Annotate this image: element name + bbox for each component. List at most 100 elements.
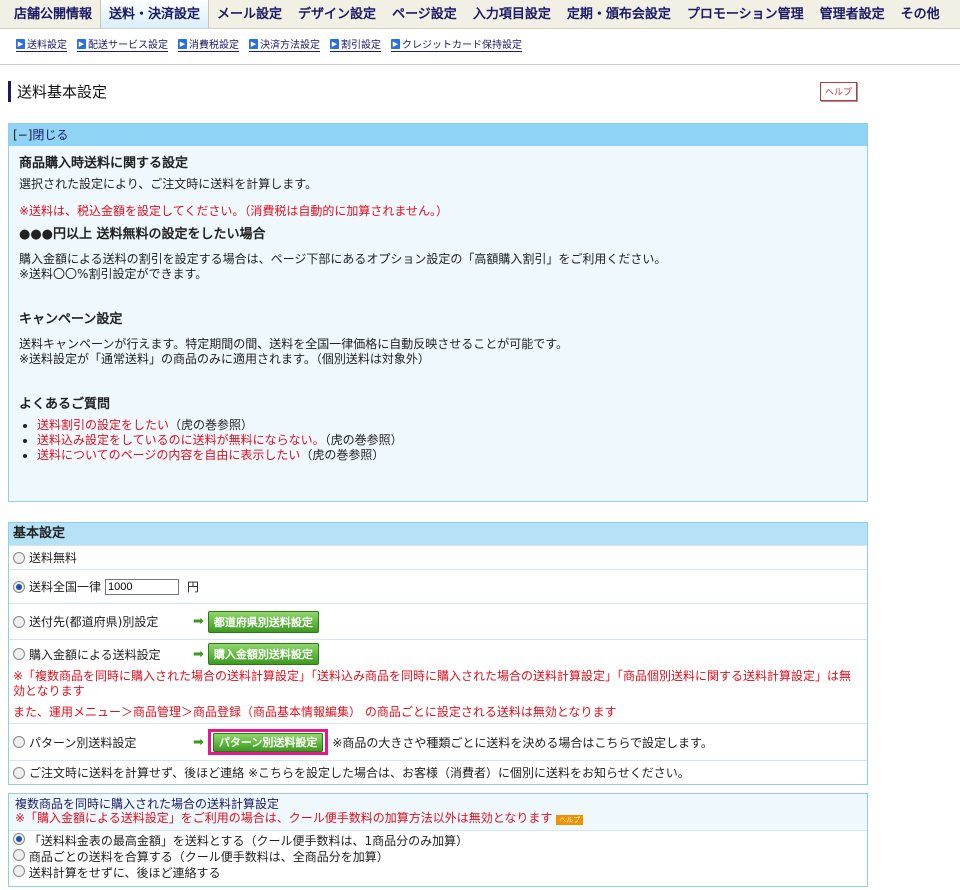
label: 送料計算をせずに、後ほど連絡する (28, 866, 221, 880)
info-panel-header: [−]閉じる (9, 124, 867, 146)
label: ご注文時に送料を計算せず、後ほど連絡 ※こちらを設定した場合は、お客様（消費者）… (29, 766, 690, 780)
basic-settings: 基本設定 送料無料 送料全国一律円 送付先(都道府県)別設定➡都道府県別送料設定… (8, 522, 868, 785)
label: 消費税設定 (189, 40, 239, 51)
faq-item: 送料についてのページの内容を自由に表示したい（虎の巻参照） (37, 448, 857, 463)
radio[interactable] (13, 865, 25, 877)
radio[interactable] (13, 580, 25, 593)
tab-other[interactable]: その他 (893, 3, 948, 28)
subnav-credit-card[interactable]: ▶ クレジットカード保持設定 (391, 36, 522, 52)
option-pattern[interactable]: パターン別送料設定 ➡ パターン別送料設定 ※商品の大きさや種類ごとに送料を決める場合… (9, 723, 867, 760)
warning: ※送料は、税込金額を設定してください。（消費税は自動的に加算されません。） (19, 204, 448, 218)
note: ※商品の大きさや種類ごとに送料を決める場合はこちらで設定します。 (332, 735, 713, 750)
basic-settings-header: 基本設定 (9, 523, 867, 545)
option-amount[interactable]: 購入金額による送料設定 ➡ 購入金額別送料設定 ※「複数商品を同時に購入された場合の… (9, 639, 867, 723)
tab-admin[interactable]: 管理者設定 (812, 3, 893, 28)
faq-link[interactable]: 送料割引の設定をしたい (37, 418, 169, 432)
label: パターン別送料設定 (29, 735, 137, 750)
heading: ●●●円以上 送料無料の設定をしたい場合 (19, 227, 266, 242)
help-button[interactable]: ヘルプ (820, 82, 858, 101)
text: 送料キャンペーンが行えます。特定期間の間、送料を全国一律価格に自動反映させること… (19, 337, 569, 351)
radio[interactable] (13, 648, 25, 660)
text: 選択された設定により、ご注文時に送料を計算します。 (19, 177, 318, 191)
text: ※送料設定が「通常送料」の商品のみに適用されます。（個別送料は対象外） (19, 352, 430, 366)
prefecture-shipping-button[interactable]: 都道府県別送料設定 (207, 610, 319, 633)
label: 商品ごとの送料を合算する（クール便手数料は、全商品分を加算） (28, 850, 389, 864)
option-later[interactable]: ご注文時に送料を計算せず、後ほど連絡 ※こちらを設定した場合は、お客様（消費者）… (9, 760, 867, 783)
faq-list: 送料割引の設定をしたい（虎の巻参照） 送料込み設定をしているのに送料が無料になら… (19, 418, 857, 463)
note: （虎の巻参照） (300, 448, 385, 462)
option-flat[interactable]: 送料全国一律 円 (9, 569, 867, 603)
warning: ※「複数商品を同時に購入された場合の送料計算設定」「送料込み商品を同時に購入され… (13, 669, 852, 698)
option-free[interactable]: 送料無料 (9, 545, 867, 569)
subnav-payment[interactable]: ▶ 決済方法設定 (249, 36, 320, 52)
tab-page[interactable]: ページ設定 (384, 3, 465, 28)
radio[interactable] (13, 849, 25, 861)
tab-shipping-payment[interactable]: 送料・決済設定 (100, 0, 210, 28)
page-title: 送料基本設定 (8, 81, 107, 102)
arrow-icon: ▶ (391, 38, 400, 49)
faq-link[interactable]: 送料についてのページの内容を自由に表示したい (37, 448, 300, 462)
label: クレジットカード保持設定 (402, 40, 522, 51)
warning: ※「購入金額による送料設定」をご利用の場合は、クール便手数料の加算方法以外は無効… (15, 811, 553, 825)
heading: よくあるご質問 (19, 397, 111, 412)
heading: 商品購入時送料に関する設定 (19, 156, 189, 171)
tab-input-fields[interactable]: 入力項目設定 (465, 3, 559, 28)
tab-subscription[interactable]: 定期・頒布会設定 (559, 3, 679, 28)
sub-nav: ▶ 送料設定 ▶ 配送サービス設定 ▶ 消費税設定 ▶ 決済方法設定 ▶ 割引設定 ▶ クレ… (16, 36, 522, 52)
help-button[interactable]: ヘルプ (556, 815, 584, 825)
amount-shipping-button[interactable]: 購入金額別送料設定 (207, 643, 319, 665)
option-prefecture[interactable]: 送付先(都道府県)別設定 ➡ 都道府県別送料設定 (9, 603, 867, 639)
note: （虎の巻参照） (169, 418, 254, 432)
help-label: ヘルプ (825, 88, 853, 98)
top-nav: 店舗公開情報 送料・決済設定 メール設定 デザイン設定 ページ設定 入力項目設定… (0, 0, 960, 29)
radio[interactable] (13, 833, 25, 845)
arrow-icon: ▶ (16, 38, 25, 49)
pattern-shipping-button[interactable]: パターン別送料設定 (212, 733, 324, 752)
text: 購入金額による送料の割引を設定する場合は、ページ下部にあるオプション設定の「高額… (19, 252, 667, 266)
heading: キャンペーン設定 (19, 312, 123, 327)
warning: また、運用メニュー＞商品管理＞商品登録（商品基本情報編集） の商品ごとに設定され… (13, 705, 617, 719)
label: 割引設定 (341, 40, 381, 51)
arrow-icon: ▶ (249, 38, 258, 49)
tab-store-info[interactable]: 店舗公開情報 (6, 3, 100, 28)
label: 送料全国一律 (29, 580, 102, 594)
arrow-right-icon: ➡ (193, 734, 204, 750)
label: 送付先(都道府県)別設定 (29, 615, 159, 629)
note: （虎の巻参照） (324, 433, 403, 447)
arrow-icon: ▶ (178, 38, 187, 49)
label: 決済方法設定 (260, 40, 320, 51)
subnav-discount[interactable]: ▶ 割引設定 (330, 36, 381, 52)
label: 購入金額による送料設定 (29, 647, 161, 662)
arrow-icon: ▶ (330, 38, 339, 49)
multi-item-settings: 複数商品を同時に購入された場合の送料計算設定 ※「購入金額による送料設定」をご利用… (8, 793, 868, 887)
radio[interactable] (13, 736, 25, 748)
radio[interactable] (13, 615, 25, 628)
subnav-shipping[interactable]: ▶ 送料設定 (16, 36, 67, 52)
info-panel: [−]閉じる 商品購入時送料に関する設定 選択された設定により、ご注文時に送料を… (8, 123, 868, 502)
label: 送料設定 (27, 40, 67, 51)
subnav-delivery-service[interactable]: ▶ 配送サービス設定 (77, 36, 168, 52)
tab-mail[interactable]: メール設定 (209, 3, 290, 28)
toggle-icon[interactable]: [−] (13, 128, 32, 142)
label: 送料無料 (29, 551, 78, 565)
flat-rate-input[interactable] (105, 578, 180, 595)
tab-design[interactable]: デザイン設定 (290, 3, 384, 28)
highlight: パターン別送料設定 (207, 729, 329, 755)
label: 「送料料金表の最高金額」を送料とする（クール便手数料は、1商品分のみ加算） (28, 834, 469, 848)
faq-item: 送料割引の設定をしたい（虎の巻参照） (37, 418, 857, 433)
arrow-icon: ▶ (77, 38, 86, 49)
close-link[interactable]: 閉じる (32, 128, 68, 142)
tab-promotion[interactable]: プロモーション管理 (679, 3, 812, 28)
faq-link[interactable]: 送料込み設定をしているのに送料が無料にならない。 (37, 433, 325, 447)
multi-option[interactable]: 商品ごとの送料を合算する（クール便手数料は、全商品分を加算） (13, 849, 863, 865)
label: 配送サービス設定 (88, 40, 168, 51)
divider (0, 64, 960, 65)
arrow-right-icon: ➡ (193, 646, 204, 662)
subnav-tax[interactable]: ▶ 消費税設定 (178, 36, 239, 52)
unit: 円 (187, 580, 200, 594)
multi-option[interactable]: 送料計算をせずに、後ほど連絡する (13, 865, 863, 881)
text: ※送料〇〇%割引設定ができます。 (19, 267, 208, 281)
radio[interactable] (13, 551, 25, 564)
radio[interactable] (13, 766, 25, 779)
multi-option[interactable]: 「送料料金表の最高金額」を送料とする（クール便手数料は、1商品分のみ加算） (13, 833, 863, 849)
